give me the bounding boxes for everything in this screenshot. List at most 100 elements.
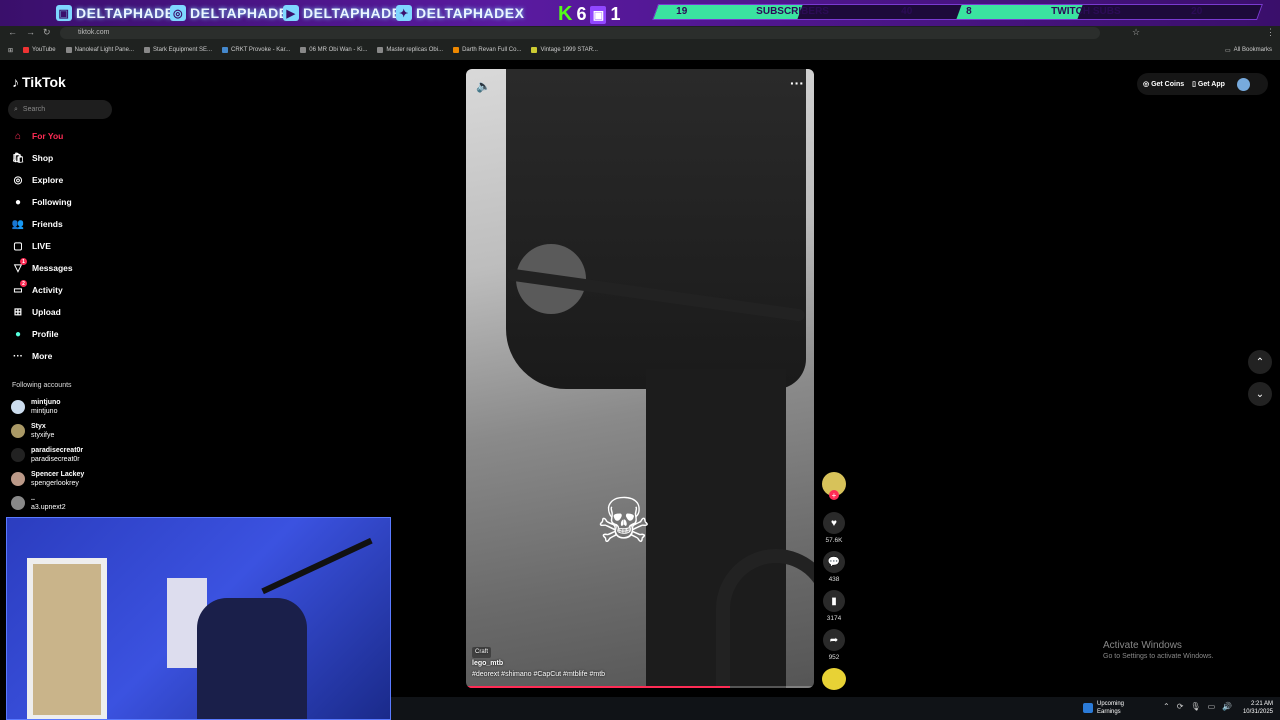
reload-icon[interactable]: ↻ — [43, 27, 51, 38]
save-button[interactable]: ▮ 3174 — [820, 590, 848, 622]
subscribers-goal: 40 — [901, 6, 913, 17]
account-name: mintjuno — [31, 399, 61, 406]
messages-icon: ▽ 1 — [12, 258, 27, 274]
network-icon[interactable]: ▭ — [1208, 702, 1216, 711]
bookmark-label: CRKT Provoke - Kar... — [231, 47, 291, 53]
video-hashtags[interactable]: #deorext #shimano #CapCut #mtblife #mtb — [472, 669, 772, 680]
nav-label: LIVE — [32, 241, 51, 251]
account-item[interactable]: .. a3.upnext2 — [11, 494, 66, 512]
bookmark-favicon-icon — [453, 47, 460, 53]
like-count: 57.6K — [825, 537, 843, 544]
video-player[interactable]: 🔈 ··· ☠ Craft lego_mtb #deorext #shimano… — [466, 69, 814, 688]
nav-label: Messages — [32, 263, 73, 273]
account-item[interactable]: Styx styxifye — [11, 422, 54, 440]
taskbar-widget[interactable]: Upcoming Earnings — [1083, 700, 1124, 716]
follow-plus-icon[interactable]: + — [829, 490, 839, 500]
address-bar[interactable]: tiktok.com — [60, 27, 1100, 39]
nav-label: Profile — [32, 329, 59, 339]
bookmark-label: 06 MR Obi Wan - Ki... — [309, 47, 368, 53]
clock-date: 10/31/2025 — [1242, 709, 1273, 715]
bookmark-favicon-icon — [144, 47, 150, 53]
folder-icon: ▭ — [1224, 47, 1231, 54]
nav-for-you[interactable]: ⌂ For You — [12, 130, 63, 142]
bookmark-label: Vintage 1999 STAR... — [540, 47, 598, 53]
share-button[interactable]: ➦ 952 — [820, 629, 848, 661]
like-button[interactable]: ♥ 57.6K — [820, 512, 848, 544]
sub-goal-bar: 19 SUBSCRIBERS 40 8 TWITCH SUBS 20 — [652, 4, 1263, 20]
account-item[interactable]: Spencer Lackey spengerlookrey — [11, 470, 84, 488]
widget-icon — [1083, 703, 1093, 713]
avatar — [11, 448, 25, 462]
avatar — [11, 400, 25, 414]
menu-icon[interactable]: ⋮ — [1266, 27, 1275, 38]
get-coins-button[interactable]: ◎ Get Coins — [1143, 80, 1184, 88]
craft-tag[interactable]: Craft — [472, 647, 492, 658]
bookmark-item[interactable]: Nanoleaf Light Pane... — [65, 47, 134, 53]
comment-count: 438 — [828, 576, 840, 583]
video-title: lego_mtb — [472, 660, 504, 667]
all-bookmarks[interactable]: ▭ All Bookmarks — [1225, 47, 1272, 54]
account-name: Spencer Lackey — [31, 471, 85, 478]
save-count: 3174 — [826, 615, 842, 622]
bookmark-item[interactable]: 06 MR Obi Wan - Ki... — [300, 47, 367, 53]
bookmark-item[interactable]: Stark Equipment SE... — [144, 47, 212, 53]
nav-shop[interactable]: 🛍 Shop — [12, 152, 54, 164]
bookmarks-bar: ⊞ YouTube Nanoleaf Light Pane... Stark E… — [0, 42, 1280, 58]
friends-icon: 👥 — [11, 218, 25, 230]
chevron-up-icon: ⌃ — [1255, 356, 1265, 368]
video-jacket — [506, 69, 806, 389]
handle-text: DELTAPHADE — [303, 5, 402, 21]
more-options-icon[interactable]: ··· — [790, 75, 804, 91]
chevron-down-icon: ⌄ — [1255, 388, 1265, 400]
mic-icon[interactable]: 🎙 — [1190, 702, 1200, 711]
nav-live[interactable]: ▢ LIVE — [12, 240, 51, 252]
account-item[interactable]: mintjuno mintjuno — [11, 398, 61, 416]
nav-profile[interactable]: ● Profile — [12, 328, 58, 340]
next-video-button[interactable]: ⌄ — [1248, 382, 1272, 406]
bookmark-item[interactable]: YouTube — [23, 47, 56, 53]
forward-icon[interactable]: → — [26, 27, 35, 37]
widget-title: Upcoming — [1097, 701, 1125, 707]
bookmark-item[interactable]: CRKT Provoke - Kar... — [222, 47, 290, 53]
video-progress-bar[interactable] — [466, 686, 814, 688]
nav-activity[interactable]: ▭ 2 Activity — [12, 280, 63, 296]
nav-more[interactable]: ··· More — [12, 350, 52, 362]
account-item[interactable]: paradisecreat0r paradisecreat0r — [11, 446, 83, 464]
tiktok-logo[interactable]: ♪ TikTok — [12, 74, 66, 90]
nav-upload[interactable]: ⊞ Upload — [12, 306, 61, 318]
bookmark-item[interactable]: Vintage 1999 STAR... — [531, 47, 598, 53]
volume-icon[interactable]: 🔈 — [476, 79, 491, 93]
nav-following[interactable]: ● Following — [12, 196, 72, 208]
bookmark-item[interactable]: Master replicas Obi... — [377, 47, 443, 53]
nav-friends[interactable]: 👥 Friends — [12, 218, 63, 230]
twitch-subs-label: TWITCH SUBS — [1051, 6, 1121, 17]
search-input[interactable]: ⌕ Search — [8, 100, 112, 119]
nav-messages[interactable]: ▽ 1 Messages — [12, 258, 73, 274]
youtube-favicon-icon — [23, 47, 30, 53]
nav-label: Activity — [32, 285, 63, 295]
back-icon[interactable]: ← — [8, 27, 17, 37]
taskbar-clock[interactable]: 2:21 AM 10/31/2025 — [1231, 700, 1273, 716]
comment-button[interactable]: 💬 438 — [820, 551, 848, 583]
get-app-button[interactable]: ▯ Get App — [1192, 80, 1225, 88]
bookmark-label: Nanoleaf Light Pane... — [74, 47, 134, 53]
subscribers-label: SUBSCRIBERS — [756, 6, 829, 17]
clock-time: 2:21 AM — [1250, 701, 1273, 707]
share-icon: ➦ — [823, 629, 845, 651]
music-disc-icon[interactable] — [822, 668, 846, 690]
handle-youtube: ▶ DELTAPHADE — [283, 3, 402, 23]
chevron-up-icon[interactable]: ⌃ — [1163, 702, 1170, 711]
sync-icon[interactable]: ⟳ — [1177, 702, 1184, 711]
logo-text: TikTok — [22, 74, 66, 90]
bookmark-item[interactable]: Darth Revan Full Co... — [453, 47, 521, 53]
user-avatar[interactable] — [1236, 77, 1250, 91]
previous-video-button[interactable]: ⌃ — [1248, 350, 1272, 374]
account-name: Styx — [31, 423, 46, 430]
viewer-counts: K 6 ▣ 1 — [558, 3, 620, 26]
nav-explore[interactable]: ◎ Explore — [12, 174, 64, 186]
search-icon: ⌕ — [14, 105, 18, 113]
nav-label: For You — [32, 131, 64, 141]
apps-icon[interactable]: ⊞ — [8, 47, 13, 54]
star-icon[interactable]: ☆ — [1132, 27, 1140, 38]
account-handle: spengerlookrey — [31, 480, 79, 487]
